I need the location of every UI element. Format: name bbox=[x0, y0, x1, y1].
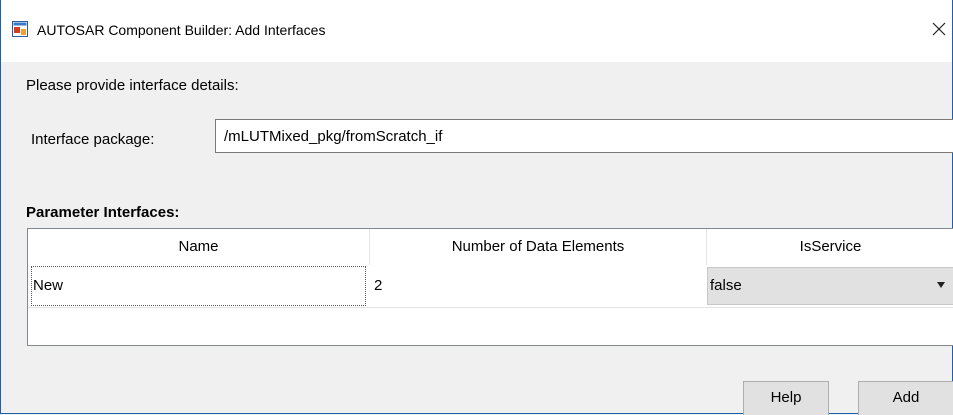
interface-package-input[interactable] bbox=[215, 119, 953, 153]
title-bar: AUTOSAR Component Builder: Add Interface… bbox=[1, 0, 952, 62]
column-header-name[interactable]: Name bbox=[28, 229, 370, 265]
name-cell[interactable]: New bbox=[31, 266, 366, 306]
close-icon bbox=[932, 22, 946, 36]
table-row[interactable]: New 2 false bbox=[28, 265, 953, 308]
isservice-value: false bbox=[710, 277, 742, 294]
dialog-window: AUTOSAR Component Builder: Add Interface… bbox=[0, 0, 953, 415]
parameter-interfaces-title: Parameter Interfaces: bbox=[26, 204, 180, 221]
parameter-interfaces-table: Name Number of Data Elements IsService N… bbox=[27, 228, 953, 346]
app-icon bbox=[12, 21, 28, 37]
column-header-data-elements[interactable]: Number of Data Elements bbox=[370, 229, 707, 265]
add-button[interactable]: Add bbox=[858, 381, 953, 415]
window-title: AUTOSAR Component Builder: Add Interface… bbox=[37, 22, 326, 38]
isservice-dropdown[interactable]: false bbox=[707, 267, 953, 305]
column-header-isservice[interactable]: IsService bbox=[707, 229, 953, 265]
instructions-text: Please provide interface details: bbox=[26, 77, 239, 94]
help-button[interactable]: Help bbox=[743, 381, 829, 415]
chevron-down-icon bbox=[937, 282, 945, 288]
close-button[interactable] bbox=[926, 14, 952, 44]
data-elements-cell[interactable]: 2 bbox=[374, 267, 382, 307]
interface-package-label: Interface package: bbox=[31, 131, 155, 148]
